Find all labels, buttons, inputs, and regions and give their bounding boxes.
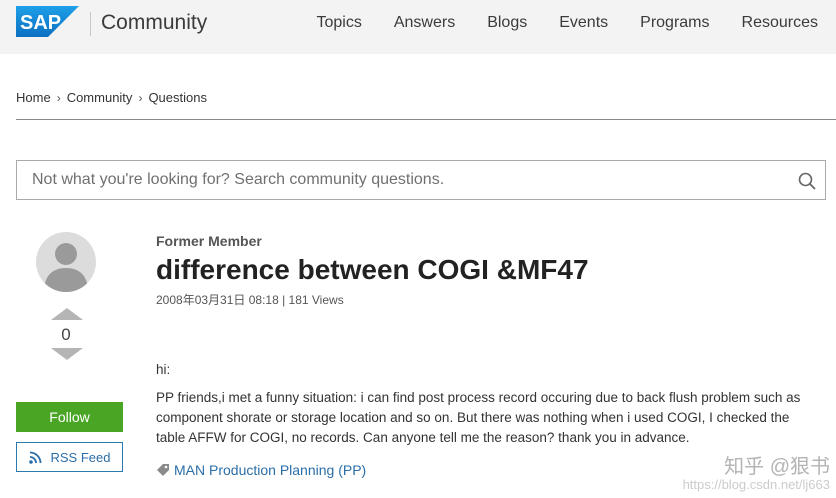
author-name[interactable]: Former Member [156,233,262,249]
rss-feed-button[interactable]: RSS Feed [16,442,123,472]
question-meta: 2008年03月31日 08:18 | 181 Views [156,293,344,307]
question-body: hi: PP friends,i met a funny situation: … [156,360,821,456]
search-input[interactable] [17,161,777,199]
nav-topics[interactable]: Topics [316,12,361,34]
user-silhouette-icon [44,243,88,292]
chevron-right-icon: › [138,90,143,105]
breadcrumb-questions[interactable]: Questions [148,90,207,105]
nav-blogs[interactable]: Blogs [487,12,527,34]
vote-count: 0 [61,325,71,344]
nav-answers[interactable]: Answers [394,12,455,34]
nav-programs[interactable]: Programs [640,12,709,34]
top-header: SAP Community Topics Answers Blogs Event… [0,0,836,54]
watermark: 知乎 @狠书 https://blog.csdn.net/lj663 [683,450,830,492]
nav-resources[interactable]: Resources [742,12,818,34]
question-title: difference between COGI &MF47 [156,254,589,285]
breadcrumb-community[interactable]: Community [67,90,133,105]
rss-icon [28,451,41,464]
svg-text:SAP: SAP [20,12,61,34]
search-icon[interactable] [798,172,816,190]
search-box [16,160,826,200]
avatar[interactable] [36,232,96,292]
breadcrumb-home[interactable]: Home [16,90,51,105]
breadcrumb: Home › Community › Questions [16,90,207,105]
tag-link[interactable]: MAN Production Planning (PP) [174,462,366,478]
main-nav: Topics Answers Blogs Events Programs Res… [284,12,818,34]
question-tag: MAN Production Planning (PP) [156,462,366,478]
rss-feed-label: RSS Feed [50,449,111,465]
chevron-right-icon: › [56,90,61,105]
downvote-icon[interactable] [51,348,83,360]
divider [16,119,836,120]
upvote-icon[interactable] [51,308,83,320]
body-paragraph: PP friends,i met a funny situation: i ca… [156,390,801,445]
sap-logo[interactable]: SAP [16,6,79,37]
follow-button[interactable]: Follow [16,402,123,432]
watermark-url: https://blog.csdn.net/lj663 [682,477,830,492]
nav-events[interactable]: Events [559,12,608,34]
brand-divider [90,12,91,36]
brand-name[interactable]: Community [101,9,207,37]
tag-icon [157,464,169,476]
body-paragraph: hi: [156,362,171,377]
